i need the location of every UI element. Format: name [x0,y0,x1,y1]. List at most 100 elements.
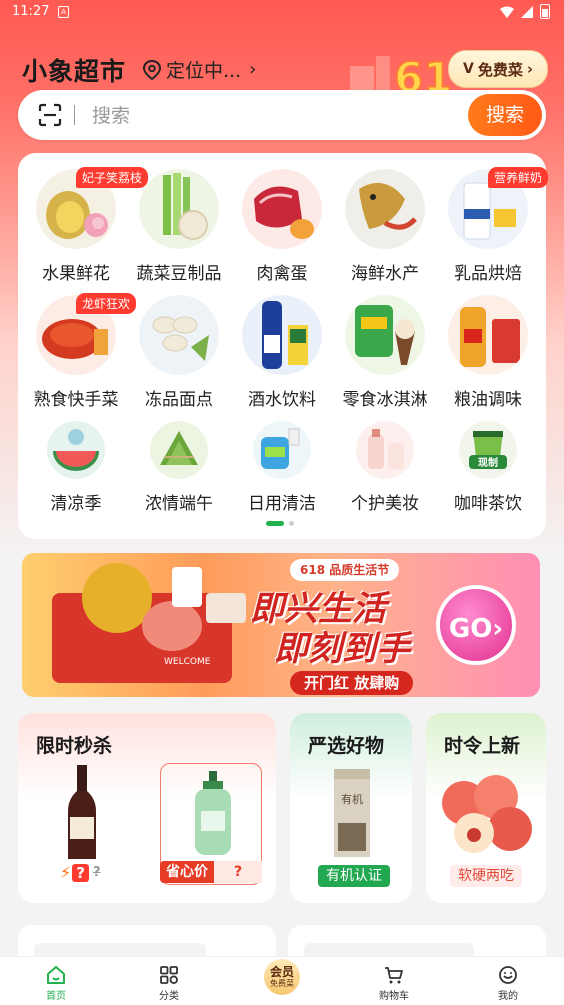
banner-go-button[interactable]: GO› [436,585,516,665]
location-pin-icon [142,59,162,80]
snacks-image [345,295,425,375]
page-dot [289,521,294,526]
tab-label: 购物车 [379,991,409,1002]
free-veg-label: 免费菜 [477,60,523,79]
drinks-image [242,295,322,375]
tab-label: 首页 [46,991,66,1002]
category-label: 冻品面点 [145,390,213,410]
promo-banner-618[interactable]: WELCOME 618 品质生活节 即兴生活 即刻到手 开门红 放肆购 GO› [22,553,540,697]
member-icon: 会员 免费菜 [264,959,300,995]
category-frozen[interactable]: 冻品面点 [129,295,229,410]
category-dragon-boat[interactable]: 浓情端午 [129,421,229,514]
category-cool-season[interactable]: 清凉季 [26,421,126,514]
store-name: 小象超市 [22,57,127,86]
saver-price-label: 省心价 [160,861,214,883]
zongzi-image [150,421,208,479]
grain-oil-image [448,295,528,375]
category-meat-eggs[interactable]: 肉禽蛋 [232,169,332,284]
category-cooked-food[interactable]: 龙虾狂欢 熟食快手菜 [26,293,137,410]
tab-cart[interactable]: 购物车 [359,963,429,1002]
search-input[interactable] [90,100,454,132]
page-indicator [266,521,294,526]
lightning-icon: ⚡ [60,863,72,882]
category-household[interactable]: 日用清洁 [232,421,332,514]
v-logo-icon: ᐯ [462,61,474,77]
flash-sale-title: 限时秒杀 [36,735,113,757]
chevron-right-icon: › [249,59,257,80]
texture-badge: 软硬两吃 [450,865,522,887]
organic-rice-image: 有机 [334,769,370,857]
free-veg-button[interactable]: ᐯ 免费菜 › [448,50,548,88]
welcome-sign: WELCOME [164,657,211,667]
bottom-tab-bar: 首页 分类 会员 免费菜 购物车 我的 [0,956,564,1005]
box-illustration [206,593,246,623]
category-label: 蔬菜豆制品 [136,264,222,284]
tab-profile[interactable]: 我的 [473,963,543,1002]
category-drinks[interactable]: 酒水饮料 [232,295,332,410]
battery-icon [540,4,550,19]
top-bar: 小象超市 定位中... › 61 ᐯ 免费菜 › [0,40,564,98]
category-label: 日用清洁 [248,494,316,514]
selected-goods-card[interactable]: 严选好物 有机 有机认证 [290,713,412,903]
search-bar: 搜索 [18,90,546,140]
flash-original-price: ? [92,865,101,880]
category-label: 乳品烘焙 [454,264,522,284]
seasonal-card[interactable]: 时令上新 软硬两吃 [426,713,546,903]
category-label: 零食冰淇淋 [342,390,428,410]
category-label: 粮油调味 [454,390,522,410]
meat-image [242,169,322,249]
tab-home[interactable]: 首页 [21,963,91,1002]
status-time: 11:27 [12,4,50,19]
flash-price-1: ⚡ ? ? [60,863,100,882]
scan-icon[interactable] [38,103,62,127]
seasonal-title: 时令上新 [444,735,521,757]
banner-event-pill: 618 品质生活节 [290,559,400,581]
wifi-icon [500,6,514,18]
peach-image [442,775,532,853]
search-button[interactable]: 搜索 [468,94,542,136]
melon-illustration [142,601,202,651]
pack-text: 有机 [341,792,363,806]
cleaning-image [253,421,311,479]
category-personal-care[interactable]: 个护美妆 [335,421,435,514]
seafood-image [345,169,425,249]
tab-member[interactable]: 会员 免费菜 [247,959,317,995]
category-label: 清凉季 [50,494,102,514]
category-label: 浓情端午 [145,494,213,514]
location-selector[interactable]: 定位中... › [142,56,256,83]
category-tag: 营养鲜奶 [488,167,549,188]
vegetable-image [139,169,219,249]
category-tag: 龙虾狂欢 [76,293,137,314]
saver-price-value: ? [214,861,262,883]
category-snacks[interactable]: 零食冰淇淋 [335,295,435,410]
watermelon-image [47,421,105,479]
tab-label: 分类 [159,991,179,1002]
flash-sale-card[interactable]: 限时秒杀 ⚡ ? ? 省心价 ? [18,713,276,903]
search-divider [74,105,75,125]
flash-price-value: ? [72,863,89,882]
cart-icon [385,967,403,984]
profile-icon [499,966,517,984]
page-dot-active [266,521,284,526]
member-top-text: 会员 [269,964,294,979]
coffee-tea-image: 现制 [459,421,517,479]
category-label: 水果鲜花 [42,264,110,284]
tab-label: 我的 [498,991,518,1002]
beer-bottle-image [68,765,96,859]
category-dairy-bakery[interactable]: 营养鲜奶 乳品烘焙 [438,167,549,284]
category-tag: 妃子笑荔枝 [76,167,149,188]
signal-icon [521,5,533,18]
tab-category[interactable]: 分类 [134,963,204,1002]
category-grain-oil[interactable]: 粮油调味 [438,295,538,410]
sim-icon: A [58,6,69,18]
banner-cta: 开门红 放肆购 [290,671,414,695]
member-bottom-text: 免费菜 [270,978,294,988]
selected-goods-title: 严选好物 [308,735,385,757]
category-seafood[interactable]: 海鲜水产 [335,169,435,284]
coffee-image-text: 现制 [478,456,498,469]
category-label: 海鲜水产 [351,264,419,284]
banner-headline-2: 即刻到手 [274,629,410,669]
category-fruit-flowers[interactable]: 妃子笑荔枝 水果鲜花 [26,167,149,284]
personal-care-image [356,421,414,479]
category-coffee-tea[interactable]: 现制 咖啡茶饮 [438,421,538,514]
